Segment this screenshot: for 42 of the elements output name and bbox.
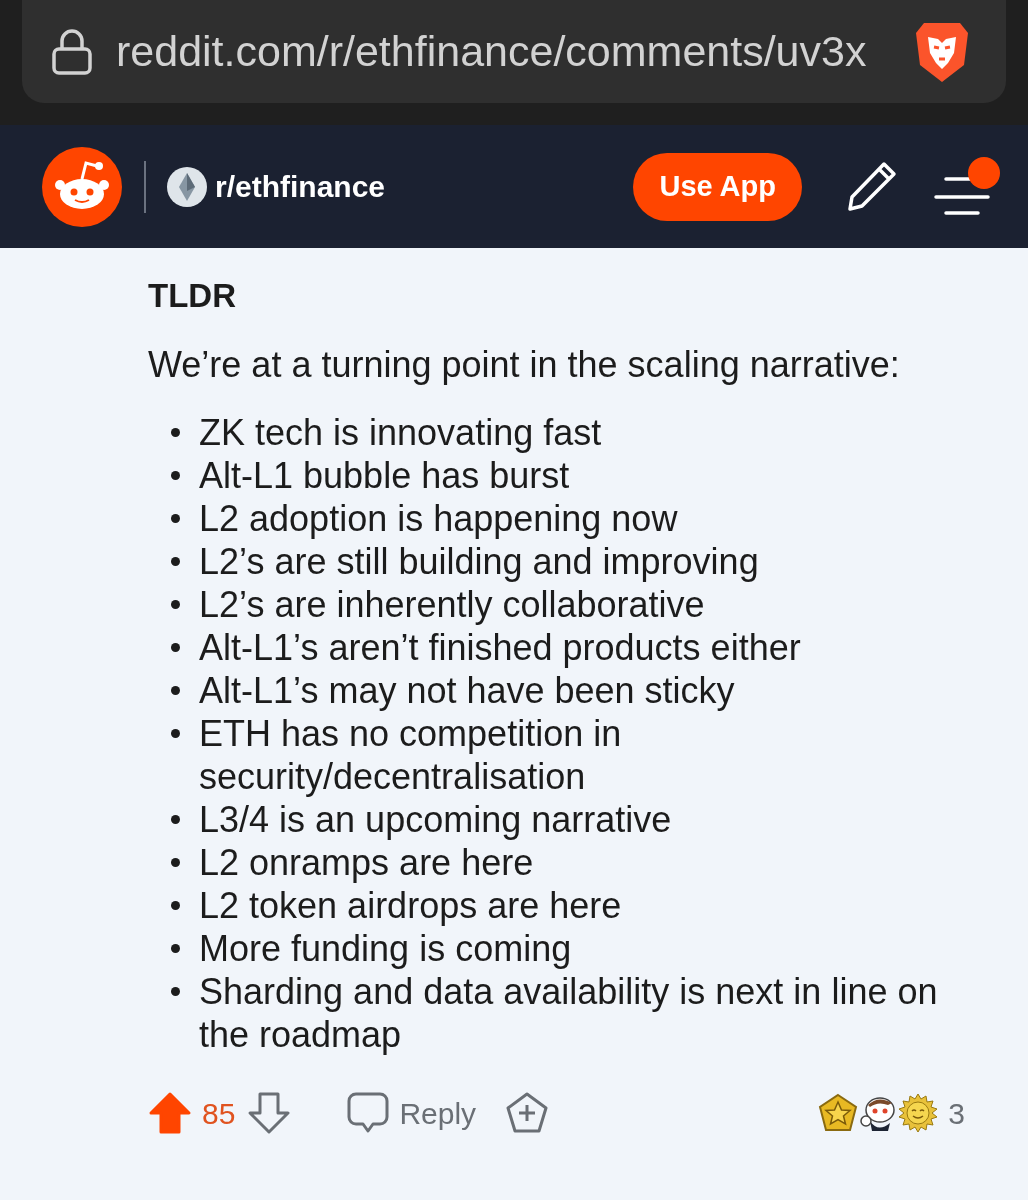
- bullet-icon: [171, 643, 180, 652]
- list-item-text: L2 onramps are here: [199, 841, 534, 884]
- speech-bubble-icon: [347, 1091, 390, 1135]
- upvote-icon[interactable]: [148, 1091, 192, 1135]
- subreddit-link[interactable]: r/ethfinance: [215, 164, 386, 209]
- bullet-icon: [171, 901, 180, 910]
- list-item-text: L2’s are inherently collaborative: [199, 583, 705, 626]
- comment-heading: TLDR: [148, 276, 237, 316]
- bullet-icon: [171, 600, 180, 609]
- list-item-text: L2 adoption is happening now: [199, 497, 678, 540]
- bullet-icon: [171, 858, 180, 867]
- award-add-icon[interactable]: [506, 1092, 549, 1134]
- list-item-text: More funding is coming: [199, 927, 572, 970]
- sun-award-icon: [898, 1093, 939, 1133]
- bullet-icon: [171, 471, 180, 480]
- bullet-icon: [171, 514, 180, 523]
- bullet-icon: [171, 944, 180, 953]
- award-count: 3: [948, 1095, 965, 1132]
- list-item-text: Alt-L1’s may not have been sticky: [199, 669, 735, 712]
- list-item-text: L2 token airdrops are here: [199, 884, 622, 927]
- downvote-icon[interactable]: [247, 1091, 292, 1135]
- star-award-icon: [818, 1093, 859, 1133]
- list-item-text: Alt-L1’s aren’t finished products either: [199, 626, 801, 669]
- alien-head-logo-icon[interactable]: [42, 146, 122, 227]
- bullet-icon: [171, 428, 180, 437]
- bullet-icon: [171, 557, 180, 566]
- reply-button[interactable]: Reply: [347, 1090, 477, 1136]
- comment-intro-text: We’re at a turning point in the scaling narrative:: [148, 343, 901, 386]
- bullet-icon: [171, 987, 180, 996]
- lock-icon: [52, 28, 92, 75]
- list-item-text: L2’s are still building and improving: [199, 540, 759, 583]
- list-item-text: ZK tech is innovating fast: [199, 411, 602, 454]
- list-item-text: Sharding and data availability is next in line on the roadmap: [199, 970, 939, 1056]
- score-count: 85: [202, 1095, 236, 1132]
- lion-shield-icon[interactable]: [914, 20, 970, 83]
- bullet-icon: [171, 686, 180, 695]
- menu-icon[interactable]: [934, 156, 1000, 217]
- list-item-text: Alt-L1 bubble has burst: [199, 454, 570, 497]
- bullet-icon: [171, 815, 180, 824]
- list-item-text: L3/4 is an upcoming narrative: [199, 798, 672, 841]
- list-item-text: ETH has no competition in security/decentralisation: [199, 712, 623, 798]
- bullet-icon: [171, 729, 180, 738]
